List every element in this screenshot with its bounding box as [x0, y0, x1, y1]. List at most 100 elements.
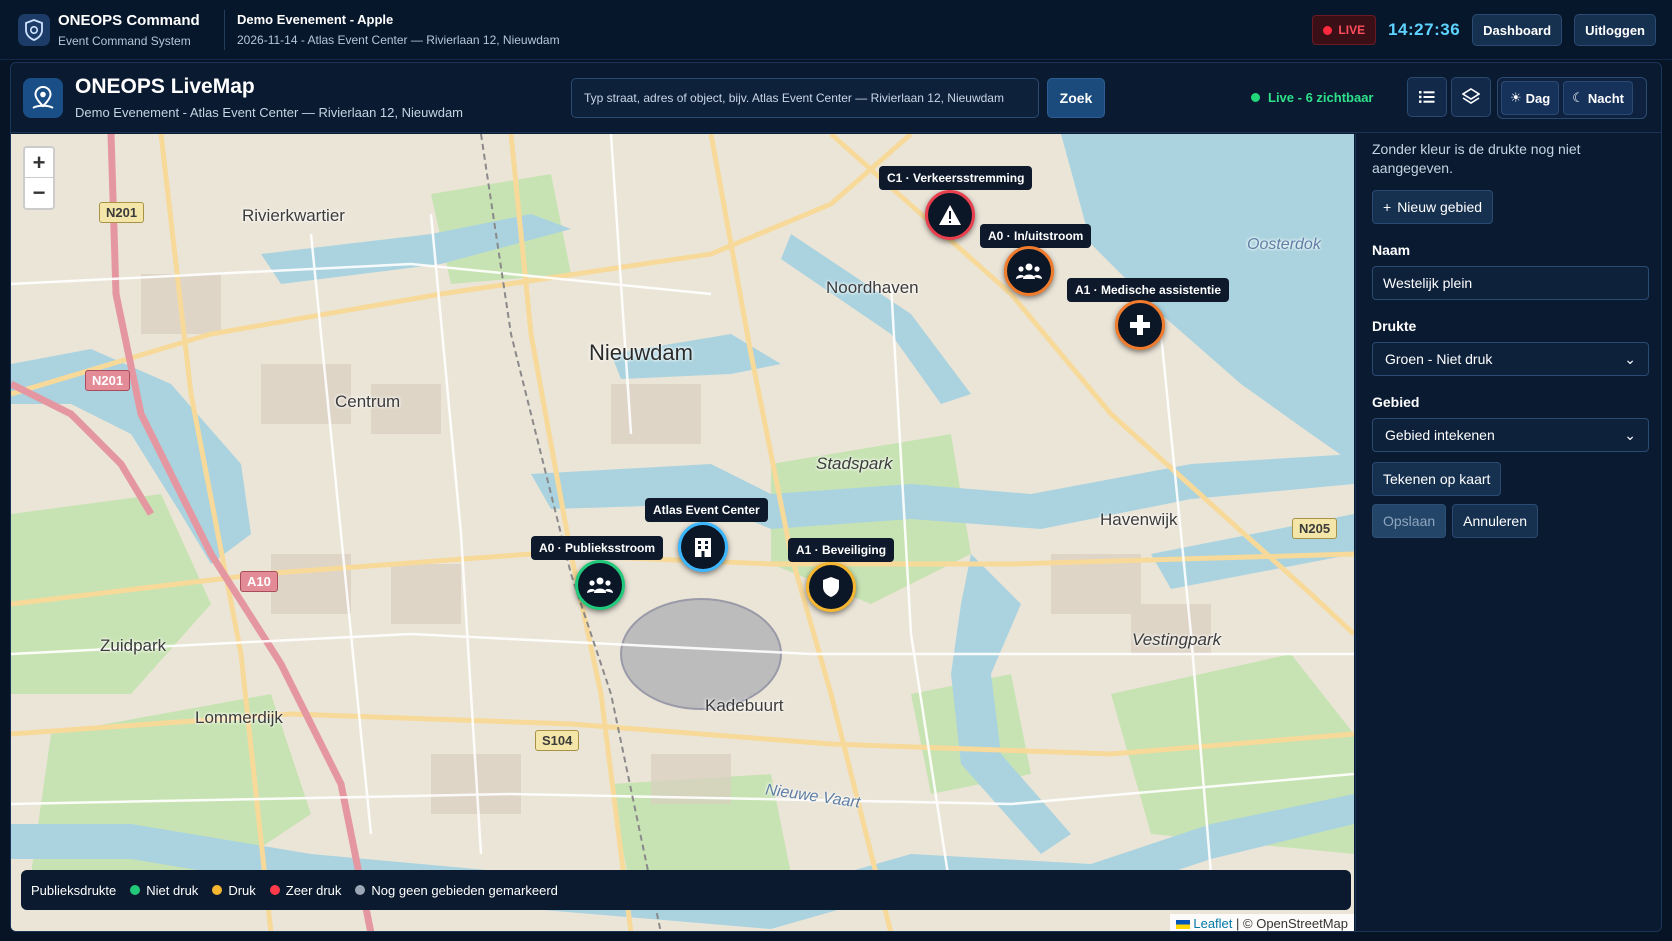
search-input[interactable]: Typ straat, adres of object, bijv. Atlas… — [571, 78, 1039, 118]
zoom-in-button[interactable]: + — [25, 148, 53, 178]
ukraine-flag-icon — [1175, 920, 1190, 930]
marker-verkeer[interactable] — [925, 190, 975, 240]
warning-icon — [939, 205, 961, 225]
place-kadebuurt: Kadebuurt — [705, 696, 784, 715]
marker-instroom[interactable] — [1004, 246, 1054, 296]
app-subtitle: Event Command System — [58, 33, 191, 48]
area-panel: Zonder kleur is de drukte nog niet aange… — [1355, 134, 1661, 931]
draw-on-map-button[interactable]: Tekenen op kaart — [1372, 462, 1502, 496]
legend-label: Niet druk — [146, 882, 199, 898]
sun-icon: ☀ — [1510, 90, 1522, 105]
place-centrum: Centrum — [335, 392, 401, 411]
building-icon — [695, 538, 711, 557]
place-stadspark: Stadspark — [816, 454, 893, 473]
place-lommerdijk: Lommerdijk — [195, 708, 283, 727]
live-status-text: Live - 6 zichtbaar — [1268, 90, 1374, 105]
legend-label: Nog geen gebieden gemarkeerd — [371, 882, 558, 898]
road-shield-n201: N201 — [99, 202, 145, 223]
legend-label: Druk — [228, 882, 256, 898]
day-label: Dag — [1525, 90, 1551, 106]
event-subtitle: 2026-11-14 - Atlas Event Center — Rivier… — [237, 33, 560, 47]
place-zuidpark: Zuidpark — [100, 636, 167, 655]
legend-item-geen: Nog geen gebieden gemarkeerd — [355, 882, 558, 898]
event-info: Demo Evenement - Apple 2026-11-14 - Atla… — [237, 12, 560, 47]
live-dot-icon — [1323, 25, 1333, 35]
moon-icon: ☾ — [1572, 90, 1584, 105]
osm-attribution: | © OpenStreetMap — [1236, 916, 1348, 931]
road-shield-s104: S104 — [535, 730, 580, 751]
map-header: ONEOPS LiveMap Demo Evenement - Atlas Ev… — [11, 63, 1661, 133]
marker-label-verkeer: C1 · Verkeersstremming — [879, 166, 1033, 190]
leaflet-link[interactable]: Leaflet — [1193, 916, 1232, 931]
night-mode-button[interactable]: ☾ Nacht — [1563, 81, 1633, 115]
dashboard-button[interactable]: Dashboard — [1472, 14, 1563, 46]
area-select[interactable]: Gebied intekenen ⌄ — [1372, 418, 1649, 452]
clock: 14:27:36 — [1388, 20, 1461, 39]
search-button[interactable]: Zoek — [1047, 78, 1105, 118]
area-label: Gebied — [1372, 394, 1420, 410]
layers-icon — [1462, 88, 1480, 104]
marker-label-publiek: A0 · Publieksstroom — [531, 536, 664, 560]
livemap-frame: ONEOPS LiveMap Demo Evenement - Atlas Ev… — [10, 62, 1662, 932]
crowd-select[interactable]: Groen - Niet druk ⌄ — [1372, 342, 1649, 376]
list-view-button[interactable] — [1407, 77, 1447, 117]
app-title: ONEOPS Command — [58, 11, 200, 29]
legend-item-zeer-druk: Zeer druk — [269, 883, 341, 898]
new-area-button[interactable]: + Nieuw gebied — [1372, 190, 1494, 224]
search-placeholder: Typ straat, adres of object, bijv. Atlas… — [584, 91, 1004, 105]
place-oosterdok: Oosterdok — [1247, 236, 1321, 253]
crowd-label: Drukte — [1372, 318, 1417, 334]
top-bar: ONEOPS Command Event Command System Demo… — [0, 0, 1672, 60]
night-label: Nacht — [1587, 90, 1624, 106]
legend-dot-icon — [130, 885, 141, 895]
shield-icon — [823, 577, 839, 597]
cancel-button[interactable]: Annuleren — [1452, 504, 1538, 538]
plus-icon: + — [1383, 199, 1392, 215]
chevron-down-icon: ⌄ — [1624, 426, 1636, 443]
legend-dot-icon — [269, 885, 280, 895]
people-group-icon — [1016, 263, 1042, 279]
marker-medisch[interactable] — [1115, 300, 1165, 350]
map-canvas[interactable]: Rivierkwartier Noordhaven Oosterdok Nieu… — [11, 134, 1354, 931]
map-attribution: Leaflet | © OpenStreetMap — [1169, 914, 1354, 931]
place-vestingpark: Vestingpark — [1132, 630, 1222, 649]
logout-button[interactable]: Uitloggen — [1574, 14, 1656, 46]
marker-label-atlas: Atlas Event Center — [645, 498, 768, 522]
day-mode-button[interactable]: ☀ Dag — [1501, 81, 1560, 115]
zoom-control: + − — [23, 146, 55, 210]
panel-note: Zonder kleur is de drukte nog niet aange… — [1372, 141, 1581, 176]
name-value: Westelijk plein — [1383, 275, 1473, 291]
legend-item-niet-druk: Niet druk — [130, 883, 198, 898]
event-center-footprint — [620, 598, 782, 710]
place-nieuwdam: Nieuwdam — [589, 340, 693, 365]
legend-title: Publieksdrukte — [31, 882, 117, 898]
place-havenwijk: Havenwijk — [1100, 510, 1178, 529]
brand: ONEOPS Command Event Command System — [0, 12, 212, 48]
shield-logo-icon — [18, 13, 50, 46]
legend-dot-icon — [355, 885, 366, 895]
event-title: Demo Evenement - Apple — [237, 12, 394, 27]
divider — [224, 9, 225, 50]
theme-toggle: ☀ Dag ☾ Nacht — [1497, 77, 1647, 119]
zoom-out-button[interactable]: − — [25, 178, 53, 208]
road-shield-a10: A10 — [240, 571, 278, 592]
medical-cross-icon — [1130, 315, 1150, 335]
new-area-label: Nieuw gebied — [1397, 199, 1483, 215]
layers-button[interactable] — [1451, 77, 1491, 117]
name-field[interactable]: Westelijk plein — [1372, 266, 1649, 300]
legend-item-druk: Druk — [212, 882, 256, 898]
map-title: ONEOPS LiveMap — [75, 75, 255, 98]
road-shield-n201: N201 — [85, 370, 131, 391]
marker-label-beveiliging: A1 · Beveiliging — [788, 538, 895, 562]
live-status: Live - 6 zichtbaar — [1251, 90, 1373, 105]
save-button[interactable]: Opslaan — [1372, 504, 1447, 538]
name-label: Naam — [1372, 242, 1411, 258]
road-shield-n205: N205 — [1292, 518, 1338, 539]
crowd-value: Groen - Niet druk — [1385, 351, 1493, 367]
marker-beveiliging[interactable] — [806, 562, 856, 612]
marker-atlas[interactable] — [678, 522, 728, 572]
map-subtitle: Demo Evenement - Atlas Event Center — Ri… — [75, 105, 464, 120]
place-noordhaven: Noordhaven — [826, 278, 919, 297]
place-rivierkwartier: Rivierkwartier — [242, 206, 345, 225]
marker-publiek[interactable] — [575, 560, 625, 610]
